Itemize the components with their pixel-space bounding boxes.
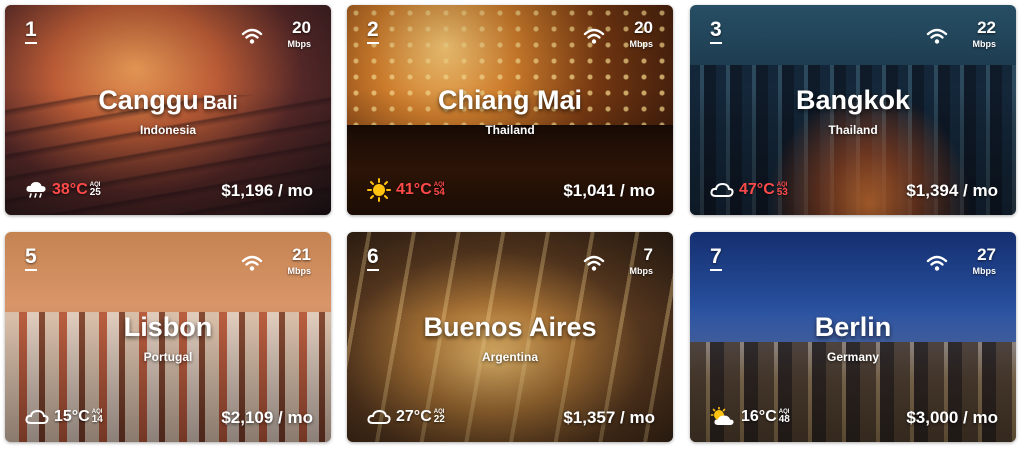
partly-cloudy-icon [710,407,734,425]
wifi-speed-unit: Mbps [629,39,654,49]
cloud-icon [25,409,49,424]
city-name: Bangkok [690,87,1016,114]
wifi-speed-unit: Mbps [972,39,997,49]
wifi-icon [241,28,263,44]
wifi-icon [926,28,948,44]
weather-info: 41°C AQI 54 [367,178,445,202]
wifi-speed: 7 Mbps [583,246,653,280]
city-card-chiang-mai[interactable]: 2 20 Mbps Chiang Mai Thailand 41°C AQI 5… [347,5,673,215]
wifi-speed-unit: Mbps [287,39,312,49]
wifi-speed-unit: Mbps [287,266,312,276]
weather-info: 16°C AQI 48 [710,406,790,428]
country-name: Argentina [481,350,538,364]
weather-info: 38°C AQI 25 [25,179,101,201]
sun-icon [367,178,391,202]
rank-number: 5 [25,246,37,271]
aqi-value: 25 [89,187,101,198]
city-name-text: Lisbon [123,312,213,342]
wifi-speed-value: 27 [977,245,996,264]
weather-info: 47°C AQI 53 [710,179,788,201]
rank-number: 6 [367,246,379,271]
weather-info: 15°C AQI 14 [25,406,103,428]
rank-number: 3 [710,19,722,44]
wifi-speed-value: 20 [634,18,653,37]
city-name: Lisbon [5,314,331,341]
rank-number: 1 [25,19,37,44]
rank-number: 7 [710,246,722,271]
country-name: Germany [826,350,880,364]
city-name: Canggu Bali [5,87,331,114]
city-name-text: Bangkok [795,85,911,115]
wifi-speed: 20 Mbps [241,19,311,53]
wifi-speed: 20 Mbps [583,19,653,53]
aqi: AQI 54 [434,182,445,198]
aqi: AQI 53 [777,182,788,198]
wifi-speed: 27 Mbps [926,246,996,280]
monthly-cost: $3,000 / mo [906,408,998,427]
wifi-speed: 22 Mbps [926,19,996,53]
wifi-speed-unit: Mbps [972,266,997,276]
monthly-cost: $1,041 / mo [563,181,655,200]
wifi-speed-value: 21 [292,245,311,264]
city-name: Berlin [690,314,1016,341]
temperature: 47°C [739,181,775,198]
city-name-text: Chiang Mai [437,85,582,115]
aqi-value: 54 [433,187,445,198]
rain-cloud-icon [26,182,46,198]
temperature: 38°C [52,181,88,198]
aqi: AQI 14 [92,409,103,425]
city-name-text: Buenos Aires [423,312,597,342]
country-name: Indonesia [139,123,196,137]
country-name: Portugal [143,350,193,364]
city-grid: 1 20 Mbps CangguBali Indonesia 38°C AQI [0,0,1024,451]
wifi-speed-value: 22 [977,18,996,37]
wifi-speed-value: 7 [643,245,653,264]
monthly-cost: $2,109 / mo [221,408,313,427]
city-name-text: Berlin [814,312,892,342]
rank-number: 2 [367,19,379,44]
weather-info: 27°C AQI 22 [367,406,445,428]
city-card-lisbon[interactable]: 5 21 Mbps Lisbon Portugal 15°C AQI 14 $2… [5,232,331,442]
aqi: AQI 48 [779,409,790,425]
city-name: Buenos Aires [347,314,673,341]
temperature: 15°C [54,408,90,425]
wifi-speed: 21 Mbps [241,246,311,280]
aqi: AQI 22 [434,409,445,425]
aqi-value: 48 [778,414,790,425]
monthly-cost: $1,357 / mo [563,408,655,427]
wifi-icon [926,255,948,271]
aqi-value: 22 [433,414,445,425]
wifi-speed-value: 20 [292,18,311,37]
wifi-icon [583,255,605,271]
aqi: AQI 25 [90,182,101,198]
city-name-text: Canggu [98,85,199,115]
city-card-berlin[interactable]: 7 27 Mbps Berlin Germany 16°C AQI 48 $3,… [690,232,1016,442]
temperature: 41°C [396,181,432,198]
city-region: Bali [202,93,238,114]
cloud-icon [367,409,391,424]
temperature: 27°C [396,408,432,425]
temperature: 16°C [741,408,777,425]
country-name: Thailand [485,123,535,137]
city-card-bangkok[interactable]: 3 22 Mbps Bangkok Thailand 47°C AQI 53 $… [690,5,1016,215]
wifi-icon [241,255,263,271]
country-name: Thailand [828,123,878,137]
wifi-speed-unit: Mbps [629,266,654,276]
monthly-cost: $1,196 / mo [221,181,313,200]
city-name: Chiang Mai [347,87,673,114]
city-card-buenos-aires[interactable]: 6 7 Mbps Buenos Aires Argentina 27°C AQI… [347,232,673,442]
wifi-icon [583,28,605,44]
city-card-canggu[interactable]: 1 20 Mbps CangguBali Indonesia 38°C AQI [5,5,331,215]
cloud-icon [710,182,734,197]
monthly-cost: $1,394 / mo [906,181,998,200]
aqi-value: 14 [91,414,103,425]
aqi-value: 53 [776,187,788,198]
